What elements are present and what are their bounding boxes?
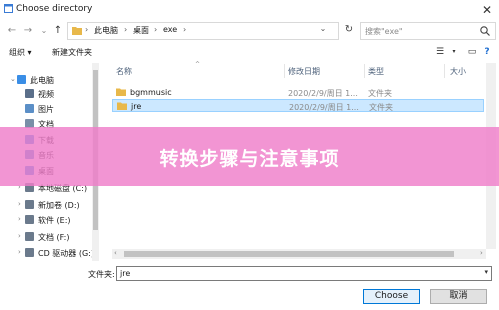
new-folder-button[interactable]: 新建文件夹 (52, 47, 92, 58)
nav-item[interactable]: 图片 (0, 101, 92, 116)
nav-item[interactable]: › CD 驱动器 (G:) (0, 245, 94, 260)
list-row-jre[interactable]: jre 2020/2/9/周日 1... 文件夹 (112, 99, 484, 112)
window-title: Choose directory (16, 4, 93, 14)
pictures-folder-icon (25, 104, 34, 113)
refresh-icon[interactable]: ↻ (341, 22, 357, 38)
folder-name-input[interactable]: jre ▾ (116, 266, 492, 281)
row-modified: 2020/2/9/周日 1... (288, 89, 358, 98)
title-bar: Choose directory ✕ (0, 0, 499, 20)
nav-item-label: CD 驱动器 (G:) (38, 249, 94, 258)
column-header-modified[interactable]: 修改日期 (288, 66, 320, 77)
close-icon[interactable]: ✕ (479, 2, 495, 18)
nav-item-label: 图片 (38, 105, 54, 114)
help-icon[interactable]: ? (481, 46, 493, 58)
column-divider[interactable] (444, 64, 445, 78)
search-input[interactable]: 搜索"exe" (365, 26, 403, 37)
banner-title: 转换步骤与注意事项 (159, 148, 340, 170)
nav-item[interactable]: › 新加卷 (D:) (0, 197, 92, 212)
breadcrumb-this-pc[interactable]: 此电脑 (94, 25, 118, 36)
drive-icon (25, 215, 34, 224)
collapse-chevron-icon[interactable]: › (18, 248, 21, 256)
choose-button[interactable]: Choose (363, 289, 420, 304)
folder-icon (72, 27, 82, 35)
video-folder-icon (25, 89, 34, 98)
nav-item-label: 视频 (38, 90, 54, 99)
nav-item-label: 文档 (F:) (38, 233, 70, 242)
chevron-down-icon[interactable]: ▾ (484, 268, 488, 276)
nav-item[interactable]: ⌄ 此电脑 (0, 72, 92, 87)
nav-item[interactable]: 视频 (0, 86, 92, 101)
cd-drive-icon (25, 248, 34, 257)
computer-icon (17, 75, 26, 84)
breadcrumb-exe[interactable]: exe (163, 25, 177, 34)
address-dropdown-icon[interactable]: ⌄ (318, 24, 328, 33)
search-icon (480, 26, 490, 36)
organize-button[interactable]: 组织 ▾ (9, 47, 32, 58)
row-name: bgmmusic (130, 88, 172, 97)
row-name: jre (131, 102, 142, 111)
scroll-left-icon[interactable]: ‹ (114, 249, 117, 257)
collapse-chevron-icon[interactable]: › (18, 215, 21, 223)
list-row-bgmmusic[interactable]: bgmmusic 2020/2/9/周日 1... 文件夹 (112, 86, 484, 99)
column-divider[interactable] (364, 64, 365, 78)
sort-ascending-icon: ^ (195, 61, 201, 68)
window-app-icon (4, 4, 13, 13)
folder-name-label: 文件夹: (88, 270, 115, 279)
collapse-chevron-icon[interactable]: › (18, 232, 21, 240)
row-type: 文件夹 (369, 103, 393, 112)
column-header-type[interactable]: 类型 (368, 66, 384, 77)
folder-name-value: jre (120, 269, 131, 278)
breadcrumb-separator-icon: › (85, 25, 89, 34)
breadcrumb-separator-icon: › (183, 25, 187, 34)
column-header-size[interactable]: 大小 (450, 66, 466, 77)
drive-icon (25, 232, 34, 241)
nav-item-label: 软件 (E:) (38, 216, 71, 225)
recent-chevron-down-icon[interactable]: ⌄ (38, 24, 50, 38)
forward-arrow-icon[interactable]: → (22, 24, 34, 38)
preview-pane-icon[interactable]: ▭ (466, 46, 478, 58)
title-banner: 转换步骤与注意事项 (0, 127, 499, 186)
row-modified: 2020/2/9/周日 1... (289, 103, 359, 112)
view-dropdown-icon[interactable]: ▾ (448, 46, 460, 58)
collapse-chevron-icon[interactable]: › (18, 200, 21, 208)
expand-chevron-icon[interactable]: ⌄ (10, 75, 16, 83)
breadcrumb-separator-icon: › (124, 25, 128, 34)
nav-item-label: 此电脑 (30, 76, 54, 85)
toolbar: 组织 ▾ 新建文件夹 ☰ ▾ ▭ ? (0, 44, 499, 60)
breadcrumb-desktop[interactable]: 桌面 (133, 25, 149, 36)
row-type: 文件夹 (368, 89, 392, 98)
horizontal-scrollbar-thumb[interactable] (124, 251, 454, 257)
search-box[interactable]: 搜索"exe" (360, 22, 496, 40)
scroll-right-icon[interactable]: › (480, 249, 483, 257)
folder-icon (117, 102, 127, 110)
nav-item[interactable]: › 软件 (E:) (0, 212, 92, 227)
column-divider[interactable] (284, 64, 285, 78)
nav-item-label: 新加卷 (D:) (38, 201, 80, 210)
cancel-button[interactable]: 取消 (430, 289, 487, 304)
up-arrow-icon[interactable]: ↑ (52, 24, 64, 38)
nav-item[interactable]: › 文档 (F:) (0, 229, 92, 244)
back-arrow-icon[interactable]: ← (6, 24, 18, 38)
view-options-icon[interactable]: ☰ (434, 46, 446, 58)
column-header-name[interactable]: 名称 (116, 66, 132, 77)
breadcrumb-separator-icon: › (154, 25, 158, 34)
address-bar[interactable]: › 此电脑 › 桌面 › exe › ⌄ (67, 22, 339, 40)
folder-icon (116, 88, 126, 96)
drive-icon (25, 200, 34, 209)
